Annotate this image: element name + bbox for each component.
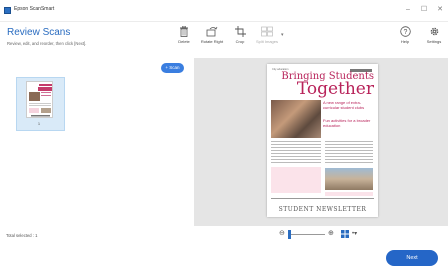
header: Review Scans Review, edit, and reorder, … xyxy=(0,22,448,58)
minimize-button[interactable]: – xyxy=(402,4,414,16)
scan-button[interactable]: + Scan xyxy=(161,63,184,73)
zoom-slider-track[interactable] xyxy=(289,234,325,235)
doc-subheading-1: A new range of extra-curricular student … xyxy=(323,100,365,110)
doc-building-photo xyxy=(325,168,373,190)
help-label: Help xyxy=(400,39,410,44)
doc-divider xyxy=(271,198,374,199)
grid-view-icon[interactable] xyxy=(341,230,349,238)
page-title: Review Scans xyxy=(7,27,71,38)
split-images-label: Split Images xyxy=(255,39,278,44)
total-selected-label: Total selected : 1 xyxy=(6,233,38,238)
svg-text:?: ? xyxy=(403,29,407,36)
scanned-document-preview[interactable]: City education Bringing Students Togethe… xyxy=(267,64,378,217)
crop-label: Crop xyxy=(235,39,245,44)
doc-students-photo xyxy=(271,100,321,138)
app-logo-icon xyxy=(4,7,11,14)
doc-caption-box xyxy=(325,192,373,196)
rotate-right-icon xyxy=(206,26,218,37)
delete-label: Delete xyxy=(178,39,190,44)
next-button[interactable]: Next xyxy=(386,250,438,266)
thumbnail-page-image[interactable] xyxy=(26,81,53,118)
title-bar: Epson ScanSmart – ☐ ✕ xyxy=(0,0,448,22)
doc-highlight-box xyxy=(271,167,321,193)
split-images-button[interactable]: Split Images xyxy=(253,26,281,44)
rotate-right-label: Rotate Right xyxy=(200,39,224,44)
settings-button[interactable]: Settings xyxy=(420,26,448,44)
footer xyxy=(0,242,448,275)
doc-footer-title: STUDENT NEWSLETTER xyxy=(278,206,367,213)
crop-icon xyxy=(234,26,246,37)
zoom-out-icon[interactable]: ⊖ xyxy=(279,229,285,237)
trash-icon xyxy=(180,26,188,37)
crop-button[interactable]: Crop xyxy=(226,26,254,44)
zoom-in-icon[interactable]: ⊕ xyxy=(328,229,334,237)
help-icon: ? xyxy=(399,26,411,37)
split-dropdown-arrow-icon[interactable]: ▾ xyxy=(281,32,284,38)
thumbnail-page-number: 1 xyxy=(37,121,41,126)
page-subtitle: Review, edit, and reorder, then click [N… xyxy=(7,41,87,46)
zoom-slider-handle[interactable] xyxy=(288,230,291,239)
doc-title-line2: Together xyxy=(296,79,374,99)
delete-button[interactable]: Delete xyxy=(170,26,198,44)
split-images-icon xyxy=(261,26,273,37)
close-button[interactable]: ✕ xyxy=(434,4,446,16)
gear-icon xyxy=(430,27,438,36)
maximize-button[interactable]: ☐ xyxy=(418,4,430,16)
doc-text-column-right xyxy=(325,141,373,165)
help-button[interactable]: ? Help xyxy=(391,26,419,44)
window-title: Epson ScanSmart xyxy=(14,6,55,12)
rotate-right-button[interactable]: Rotate Right xyxy=(198,26,226,44)
settings-label: Settings xyxy=(426,39,442,44)
doc-text-column-left xyxy=(271,141,321,165)
doc-subheading-2: Fun activities for a broader education xyxy=(323,118,371,128)
more-options-icon[interactable]: •▾ xyxy=(352,230,357,237)
